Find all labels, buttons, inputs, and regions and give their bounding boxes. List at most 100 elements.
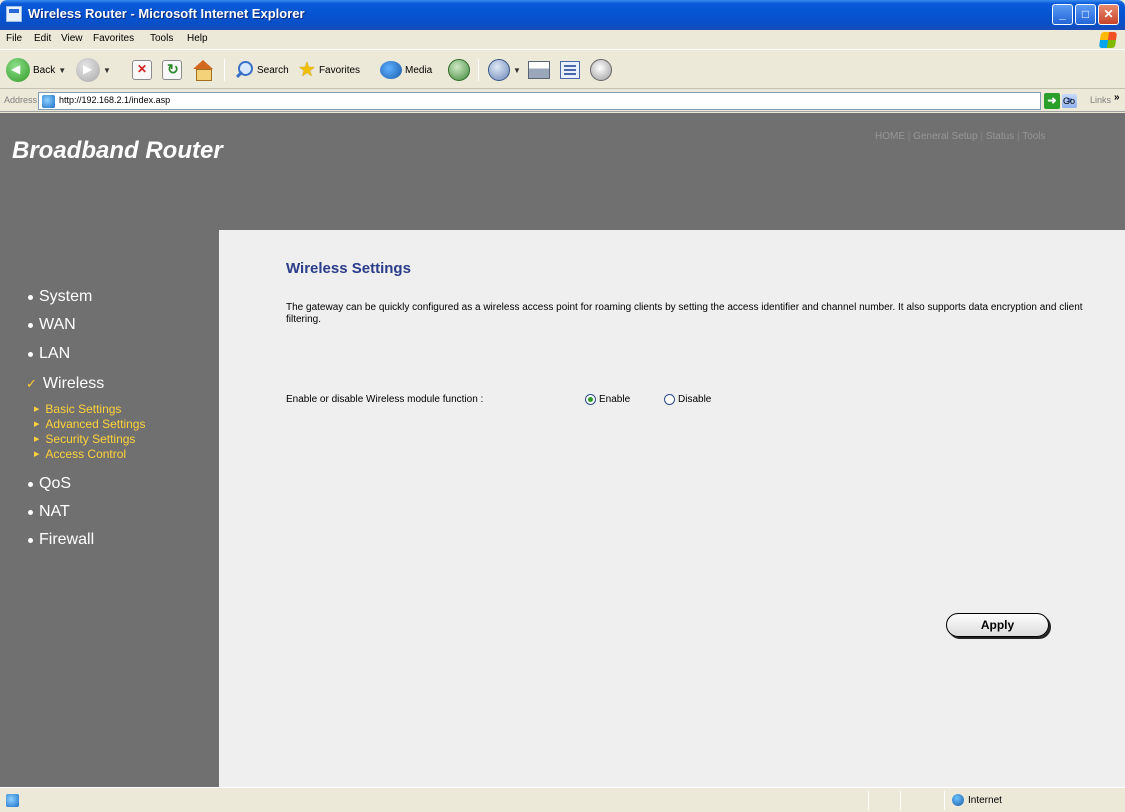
messenger-icon [590, 59, 612, 81]
back-button[interactable]: Back ▼ [6, 57, 66, 83]
address-bar: Address http://192.168.2.1/index.asp ▼ ➜… [0, 90, 1125, 112]
mail-icon [488, 59, 510, 81]
address-label: Address [4, 95, 38, 105]
refresh-button[interactable] [162, 57, 182, 83]
enable-radio-label[interactable]: Enable [599, 394, 630, 405]
sidebar-item-wireless[interactable]: ✓ Wireless [26, 375, 104, 393]
triangle-icon: ▶ [34, 421, 40, 428]
sidebar-item-label: WAN [39, 316, 76, 333]
media-icon [380, 61, 402, 79]
sidebar-subitem-basic-settings[interactable]: ▶ Basic Settings [34, 402, 121, 416]
go-arrow-icon: ➜ [1044, 93, 1060, 109]
maximize-button[interactable]: □ [1075, 4, 1096, 25]
sidebar-subitem-access-control[interactable]: ▶ Access Control [34, 447, 126, 461]
sidebar-subitem-label: Basic Settings [45, 402, 122, 416]
menu-help[interactable]: Help [187, 33, 208, 44]
sidebar-item-label: LAN [39, 345, 71, 362]
messenger-button[interactable] [590, 57, 612, 83]
address-url: http://192.168.2.1/index.asp [59, 95, 171, 105]
address-input[interactable]: http://192.168.2.1/index.asp ▼ [38, 92, 1077, 110]
sidebar-item-firewall[interactable]: Firewall [28, 531, 94, 549]
nav-status[interactable]: Status [986, 131, 1014, 142]
bullet-icon [28, 537, 33, 543]
minimize-button[interactable]: _ [1052, 4, 1073, 25]
menu-view[interactable]: View [61, 33, 83, 44]
sidebar-subitem-label: Security Settings [45, 432, 136, 446]
sidebar-subitem-security-settings[interactable]: ▶ Security Settings [34, 432, 135, 446]
forward-button[interactable]: ▼ [76, 57, 111, 83]
favorites-button[interactable]: ★ Favorites [298, 57, 360, 83]
search-button[interactable]: Search [234, 57, 289, 83]
sidebar-item-label: Wireless [42, 375, 105, 392]
bullet-icon [28, 322, 33, 328]
mail-dropdown-icon[interactable]: ▼ [513, 66, 521, 75]
sidebar-item-label: QoS [39, 475, 72, 492]
bullet-icon [28, 351, 33, 357]
router-title: Broadband Router [12, 137, 223, 164]
windows-logo-icon [1098, 32, 1118, 48]
mail-button[interactable]: ▼ [488, 57, 521, 83]
menu-tools[interactable]: Tools [150, 33, 173, 44]
go-button[interactable]: ➜ Go [1044, 93, 1075, 109]
forward-arrow-icon [76, 58, 100, 82]
disable-radio-label[interactable]: Disable [678, 394, 711, 405]
sidebar-subitem-label: Access Control [45, 447, 127, 461]
star-icon: ★ [298, 59, 316, 81]
print-button[interactable] [528, 57, 550, 83]
apply-button[interactable]: Apply [946, 613, 1049, 637]
nav-general-setup[interactable]: General Setup [913, 131, 978, 142]
sidebar-subitem-label: Advanced Settings [45, 417, 146, 431]
menu-edit[interactable]: Edit [34, 33, 51, 44]
home-icon [192, 60, 214, 81]
sidebar-item-system[interactable]: System [28, 288, 92, 306]
back-arrow-icon [6, 58, 30, 82]
status-separator [900, 791, 901, 810]
ie-window-icon[interactable] [6, 6, 22, 22]
security-zone: Internet [952, 794, 1002, 806]
browser-toolbar: Back ▼ ▼ Search ★ Favorites Media ▼ [0, 51, 1125, 89]
sidebar-item-label: System [39, 288, 93, 305]
search-icon [234, 60, 254, 80]
sidebar-item-nat[interactable]: NAT [28, 503, 70, 521]
edit-page-icon [560, 61, 580, 79]
back-dropdown-icon[interactable]: ▼ [58, 66, 66, 75]
page-icon [42, 95, 55, 108]
edit-button[interactable] [560, 57, 580, 83]
menu-favorites[interactable]: Favorites [93, 33, 134, 44]
bullet-icon [28, 481, 33, 487]
media-button[interactable]: Media [380, 57, 432, 83]
print-icon [528, 61, 550, 79]
zone-label: Internet [968, 794, 1002, 806]
menu-bar: File Edit View Favorites Tools Help [0, 30, 1125, 50]
home-button[interactable] [192, 57, 214, 83]
media-label: Media [405, 64, 433, 76]
checkmark-icon: ✓ [26, 376, 37, 391]
sidebar-item-label: NAT [39, 503, 70, 520]
sidebar-item-qos[interactable]: QoS [28, 475, 71, 493]
links-chevron-icon[interactable]: » [1114, 92, 1120, 103]
go-label: Go [1063, 96, 1076, 106]
menu-file[interactable]: File [6, 33, 22, 44]
router-header: Broadband Router HOME | General Setup | … [0, 113, 1125, 230]
links-label[interactable]: Links [1090, 95, 1111, 105]
sidebar-item-lan[interactable]: LAN [28, 345, 70, 363]
status-bar: Internet [0, 787, 1125, 812]
forward-dropdown-icon[interactable]: ▼ [103, 66, 111, 75]
stop-button[interactable] [132, 57, 152, 83]
disable-radio[interactable] [664, 394, 675, 405]
top-navigation: HOME | General Setup | Status | Tools [875, 131, 1046, 142]
bullet-icon [28, 294, 33, 300]
favorites-label: Favorites [318, 64, 361, 76]
sidebar-subitem-advanced-settings[interactable]: ▶ Advanced Settings [34, 417, 145, 431]
triangle-icon: ▶ [34, 406, 40, 413]
stop-icon [132, 60, 152, 80]
history-button[interactable] [448, 57, 470, 83]
page-description: The gateway can be quickly configured as… [286, 302, 1083, 325]
history-icon [448, 59, 470, 81]
enable-radio[interactable] [585, 394, 596, 405]
nav-home[interactable]: HOME [875, 131, 905, 142]
wireless-module-label: Enable or disable Wireless module functi… [286, 394, 484, 405]
nav-tools[interactable]: Tools [1022, 131, 1045, 142]
sidebar-item-wan[interactable]: WAN [28, 316, 76, 334]
close-button[interactable]: ✕ [1098, 4, 1119, 25]
